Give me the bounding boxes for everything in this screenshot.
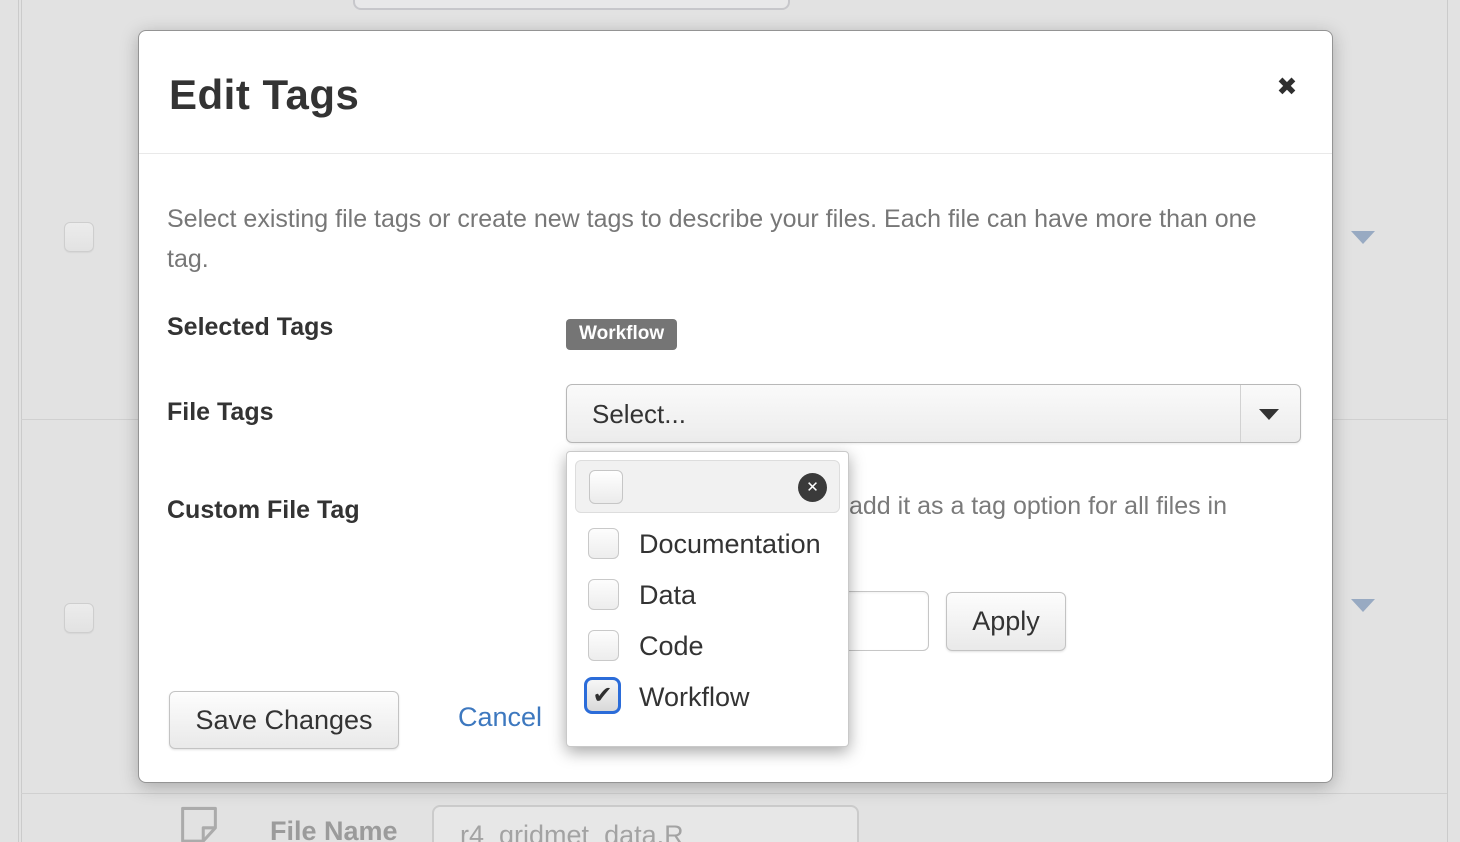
cancel-link[interactable]: Cancel bbox=[458, 702, 542, 733]
dropdown-option-label: Workflow bbox=[639, 682, 750, 713]
chevron-down-icon[interactable] bbox=[1351, 231, 1375, 244]
dropdown-option-label: Data bbox=[639, 580, 696, 611]
dropdown-option-data[interactable]: Data bbox=[567, 571, 848, 622]
file-icon bbox=[166, 806, 232, 842]
close-icon[interactable]: ✖ bbox=[1267, 67, 1307, 107]
selected-tag-badge: Workflow bbox=[566, 319, 677, 350]
dropdown-option-workflow[interactable]: ✔ Workflow bbox=[567, 673, 848, 724]
bg-table-border-left bbox=[18, 0, 19, 842]
checkbox-checked[interactable]: ✔ bbox=[584, 677, 621, 714]
chevron-down-icon[interactable] bbox=[1351, 599, 1375, 612]
chevron-down-icon bbox=[1259, 409, 1279, 420]
dropdown-filter-box: ✕ bbox=[575, 460, 840, 513]
save-changes-button[interactable]: Save Changes bbox=[169, 691, 399, 749]
dropdown-option-label: Documentation bbox=[639, 529, 821, 560]
header-divider bbox=[139, 153, 1332, 154]
checkbox-unchecked[interactable] bbox=[588, 528, 619, 559]
file-tags-label: File Tags bbox=[167, 398, 274, 427]
selected-tags-label: Selected Tags bbox=[167, 313, 333, 342]
dropdown-option-documentation[interactable]: Documentation bbox=[567, 520, 848, 571]
edit-tags-modal: Edit Tags ✖ Select existing file tags or… bbox=[138, 30, 1333, 783]
custom-tag-help-text: add it as a tag option for all files in bbox=[849, 492, 1309, 521]
file-tags-select[interactable]: Select... bbox=[566, 384, 1301, 443]
bg-row-checkbox[interactable] bbox=[64, 603, 94, 633]
apply-button[interactable]: Apply bbox=[946, 592, 1066, 651]
dropdown-options: Documentation Data Code ✔ Workflow bbox=[567, 520, 848, 724]
bg-row-checkbox[interactable] bbox=[64, 222, 94, 252]
select-placeholder: Select... bbox=[592, 399, 686, 430]
select-all-checkbox[interactable] bbox=[589, 470, 623, 504]
bg-filename-input-partial[interactable] bbox=[353, 0, 790, 10]
bg-row-divider bbox=[21, 793, 1447, 794]
modal-title: Edit Tags bbox=[169, 71, 359, 119]
custom-file-tag-label: Custom File Tag bbox=[167, 496, 360, 525]
dropdown-option-code[interactable]: Code bbox=[567, 622, 848, 673]
clear-circle-icon[interactable]: ✕ bbox=[798, 473, 827, 502]
bg-table-border-left-inner bbox=[21, 0, 22, 842]
file-name-label: File Name bbox=[270, 816, 398, 842]
file-name-input[interactable] bbox=[432, 805, 859, 842]
modal-description: Select existing file tags or create new … bbox=[167, 199, 1287, 279]
checkbox-unchecked[interactable] bbox=[588, 630, 619, 661]
bg-table-border-right bbox=[1447, 0, 1448, 842]
dropdown-option-label: Code bbox=[639, 631, 704, 662]
checkbox-unchecked[interactable] bbox=[588, 579, 619, 610]
file-tags-dropdown-panel: ✕ Documentation Data Code ✔ Workflow bbox=[566, 451, 849, 747]
select-caret-box[interactable] bbox=[1240, 385, 1300, 442]
